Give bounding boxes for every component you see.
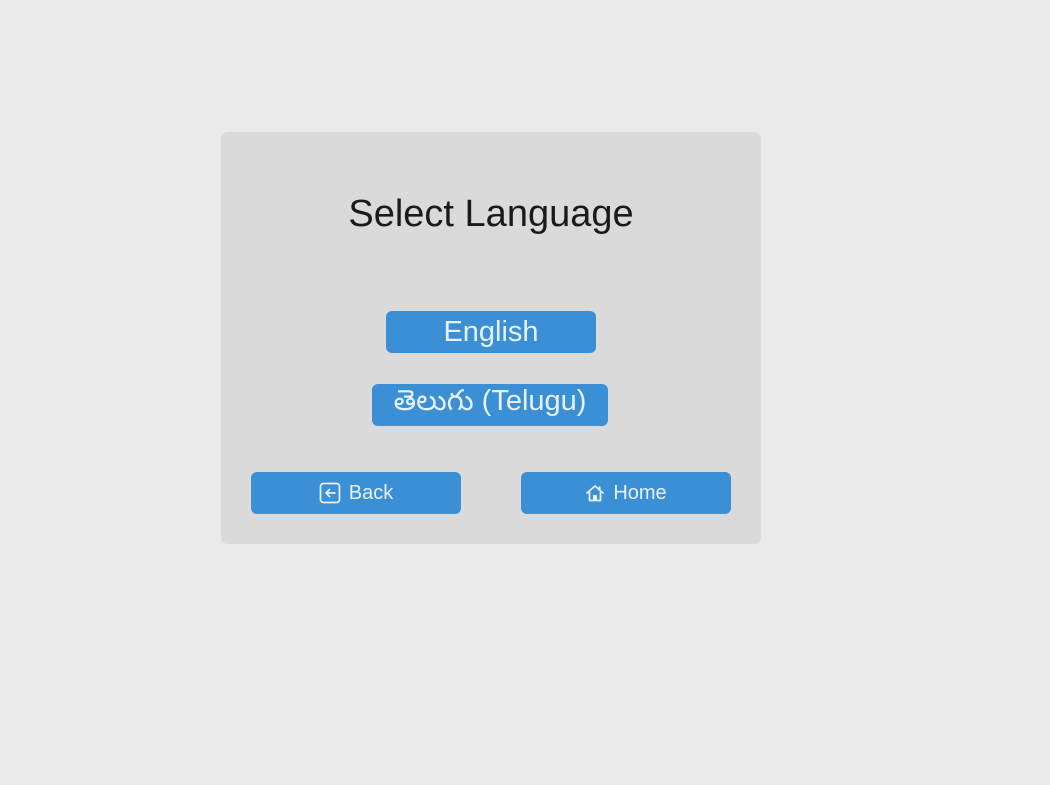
language-english-button[interactable]: English — [386, 311, 596, 353]
page-title: Select Language — [348, 193, 634, 235]
home-button[interactable]: Home — [521, 472, 731, 514]
back-button-label: Back — [348, 481, 394, 504]
language-telugu-button[interactable]: తెలుగు (Telugu) — [372, 384, 608, 426]
language-select-panel: Select Language English తెలుగు (Telugu) … — [221, 132, 761, 544]
back-arrow-box-icon — [319, 482, 341, 504]
home-icon — [585, 483, 605, 503]
language-telugu-label: తెలుగు (Telugu) — [393, 385, 587, 417]
language-english-label: English — [443, 315, 539, 348]
home-button-label: Home — [613, 481, 667, 504]
back-button[interactable]: Back — [251, 472, 461, 514]
